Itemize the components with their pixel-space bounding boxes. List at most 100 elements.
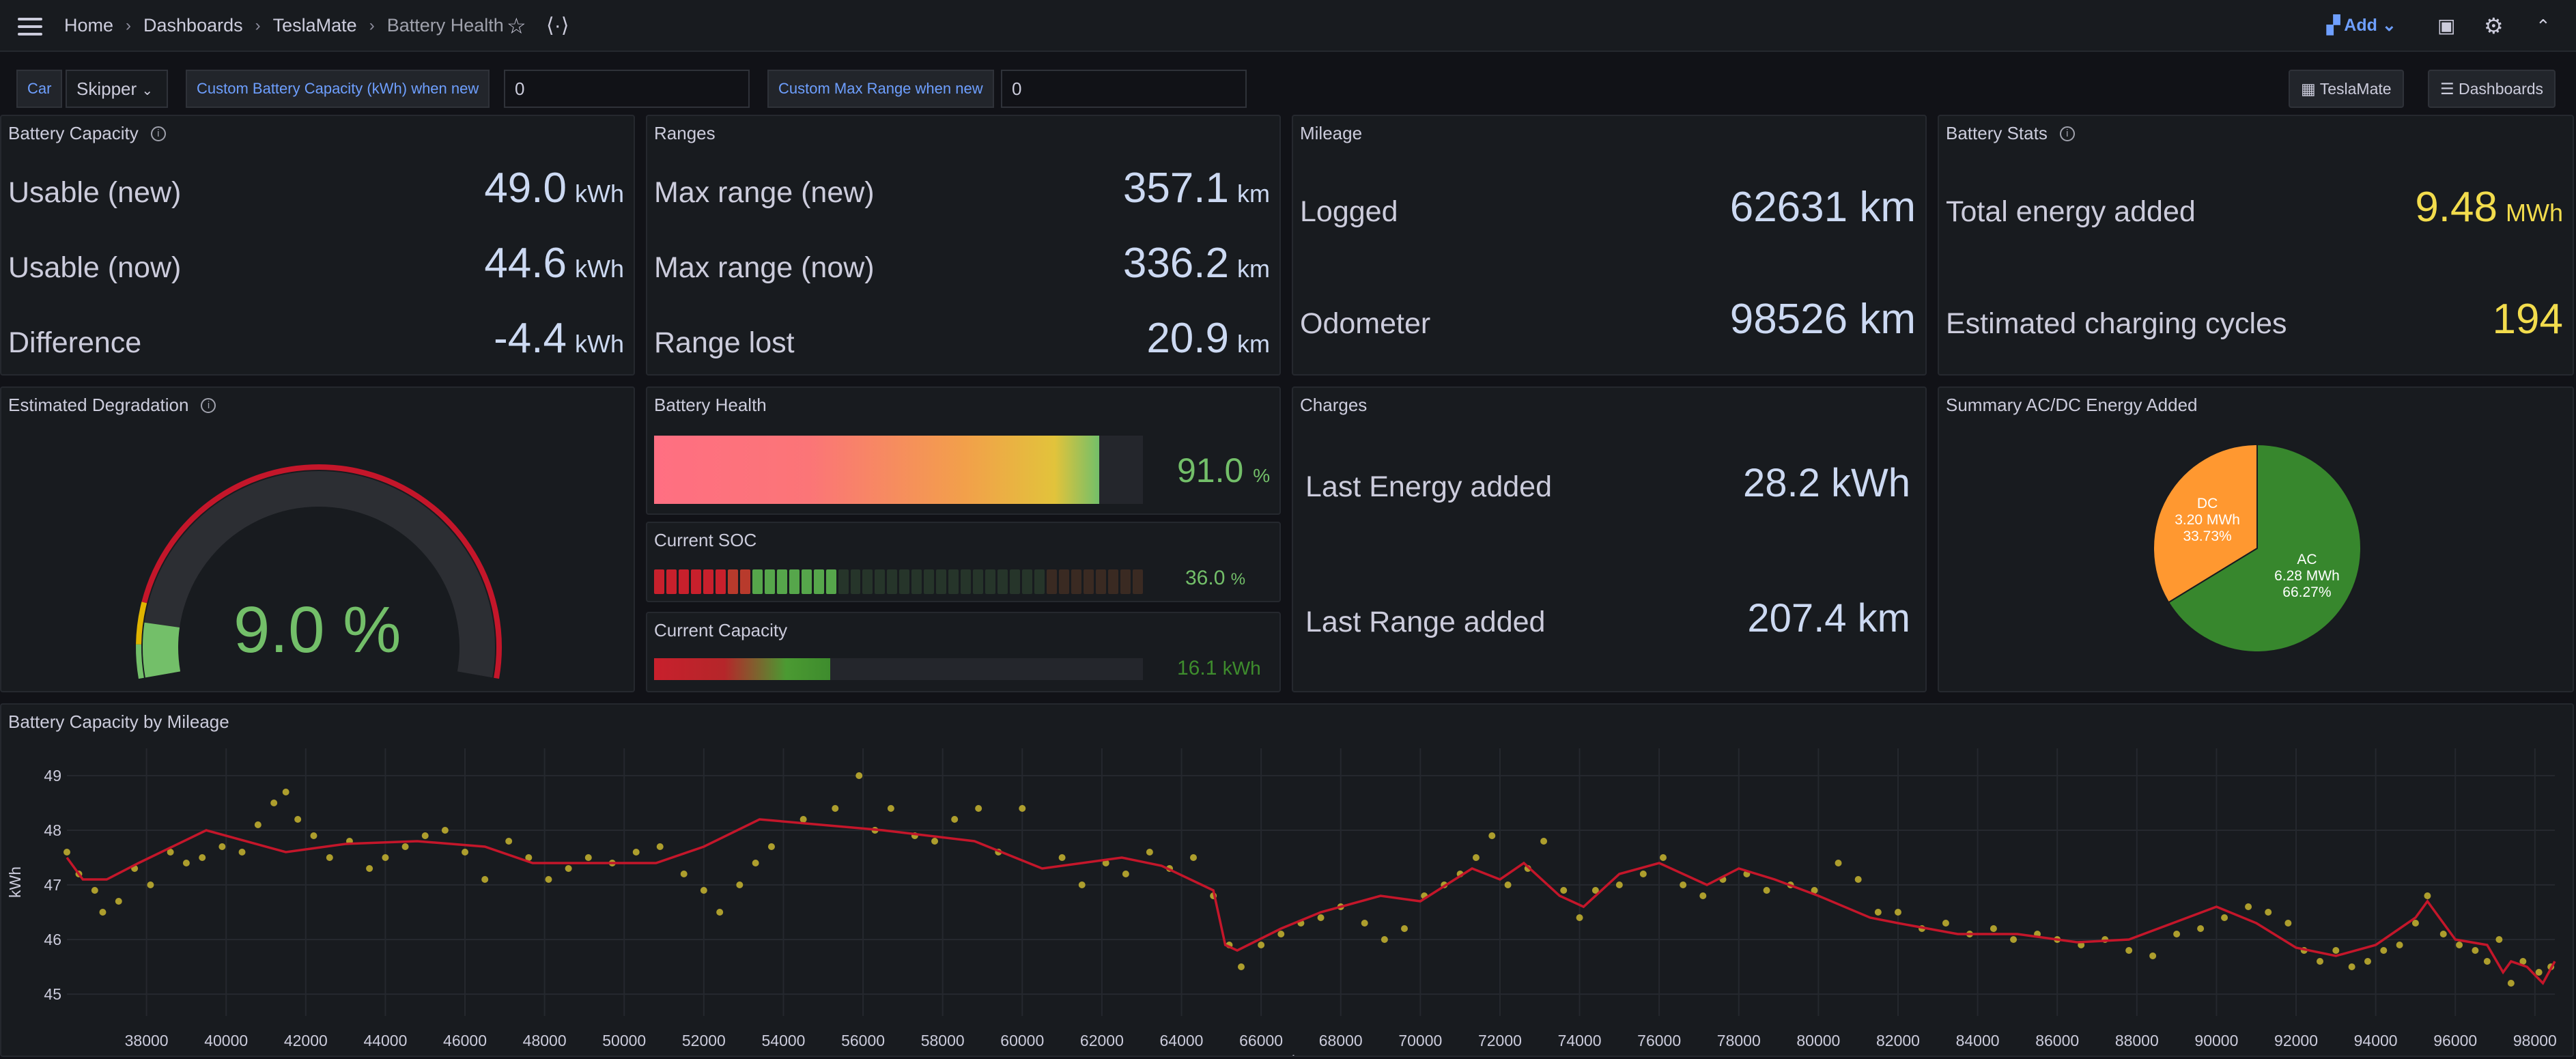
scatter-point[interactable]: [199, 854, 206, 861]
scatter-point[interactable]: [421, 832, 429, 839]
scatter-point[interactable]: [2483, 958, 2491, 965]
info-icon[interactable]: i: [2059, 126, 2075, 141]
scatter-point[interactable]: [270, 800, 278, 806]
star-icon[interactable]: ☆: [507, 12, 526, 40]
scatter-point[interactable]: [1615, 881, 1623, 888]
share-icon[interactable]: ⟨·⟩: [546, 12, 569, 40]
scatter-point[interactable]: [2456, 942, 2463, 948]
scatter-point[interactable]: [1699, 892, 1707, 899]
scatter-point[interactable]: [2495, 936, 2503, 943]
scatter-point[interactable]: [2149, 952, 2157, 959]
menu-icon[interactable]: [18, 18, 42, 36]
scatter-point[interactable]: [1576, 914, 1583, 921]
scatter-point[interactable]: [632, 849, 640, 856]
scatter-point[interactable]: [1237, 963, 1245, 970]
scatter-point[interactable]: [2173, 931, 2181, 937]
scatter-point[interactable]: [1854, 876, 1862, 883]
scatter-point[interactable]: [2010, 936, 2018, 943]
scatter-point[interactable]: [1680, 881, 1687, 888]
scatter-point[interactable]: [1381, 936, 1388, 943]
scatter-point[interactable]: [2348, 963, 2355, 970]
scatter-point[interactable]: [1019, 805, 1026, 812]
scatter-point[interactable]: [2125, 947, 2133, 954]
scatter-point[interactable]: [2535, 969, 2543, 976]
scatter-point[interactable]: [1560, 887, 1568, 894]
scatter-point[interactable]: [1058, 854, 1066, 861]
scatter-point[interactable]: [1639, 871, 1647, 877]
scatter-point[interactable]: [2507, 980, 2515, 987]
scatter-point[interactable]: [1146, 849, 1153, 856]
scatter-point[interactable]: [2317, 958, 2324, 965]
scatter-point[interactable]: [2284, 920, 2292, 927]
scatter-point[interactable]: [481, 876, 489, 883]
scatter-point[interactable]: [832, 805, 839, 812]
breadcrumb-folder[interactable]: TeslaMate: [273, 15, 357, 36]
scatter-point[interactable]: [505, 838, 513, 845]
scatter-point[interactable]: [1894, 909, 1901, 916]
scatter-point[interactable]: [91, 887, 98, 894]
scatter-point[interactable]: [656, 843, 664, 850]
scatter-point[interactable]: [1990, 925, 1997, 932]
scatter-point[interactable]: [1504, 881, 1512, 888]
scatter-point[interactable]: [1942, 920, 1949, 927]
scatter-point[interactable]: [382, 854, 389, 861]
scatter-point[interactable]: [1472, 854, 1480, 861]
scatter-point[interactable]: [2221, 914, 2228, 921]
scatter-point[interactable]: [1835, 860, 1842, 866]
scatter-point[interactable]: [931, 838, 939, 845]
scatter-point[interactable]: [1258, 942, 1265, 948]
breadcrumb-dashboards[interactable]: Dashboards: [143, 15, 243, 36]
scatter-point[interactable]: [887, 805, 894, 812]
scatter-point[interactable]: [680, 871, 688, 877]
scatter-point[interactable]: [182, 860, 190, 866]
scatter-point[interactable]: [1401, 925, 1409, 932]
scatter-point[interactable]: [584, 854, 592, 861]
scatter-point[interactable]: [238, 849, 246, 856]
info-icon[interactable]: i: [150, 126, 166, 141]
scatter-point[interactable]: [2364, 958, 2371, 965]
scatter-point[interactable]: [700, 887, 707, 894]
scatter-point[interactable]: [462, 849, 469, 856]
teslamate-link[interactable]: ▦ TeslaMate: [2289, 70, 2404, 108]
scatter-point[interactable]: [2265, 909, 2272, 916]
add-button[interactable]: ▞ Add ⌄: [2327, 15, 2396, 36]
scatter-point[interactable]: [975, 805, 982, 812]
scatter-point[interactable]: [799, 816, 807, 823]
scatter-point[interactable]: [1122, 871, 1129, 877]
scatter-point[interactable]: [2197, 925, 2205, 932]
scatter-point[interactable]: [1488, 832, 1496, 839]
scatter-point[interactable]: [366, 865, 373, 872]
scatter-point[interactable]: [2472, 947, 2479, 954]
scatter-point[interactable]: [1277, 931, 1285, 937]
scatter-point[interactable]: [401, 843, 409, 850]
scatter-point[interactable]: [2424, 892, 2431, 899]
scatter-point[interactable]: [2332, 947, 2340, 954]
series-line[interactable]: [66, 818, 2556, 985]
scatter-point[interactable]: [115, 898, 122, 905]
scatter-point[interactable]: [282, 789, 289, 795]
scatter-point[interactable]: [147, 881, 154, 888]
gear-icon[interactable]: ⚙: [2484, 12, 2504, 40]
scatter-point[interactable]: [1874, 909, 1882, 916]
scatter-point[interactable]: [1361, 920, 1368, 927]
scatter-point[interactable]: [254, 821, 261, 828]
scatter-point[interactable]: [441, 827, 449, 834]
scatter-point[interactable]: [545, 876, 552, 883]
dashboards-link[interactable]: ☰ Dashboards: [2428, 70, 2556, 108]
scatter-point[interactable]: [2396, 942, 2403, 948]
scatter-point[interactable]: [99, 909, 107, 916]
scatter-point[interactable]: [326, 854, 333, 861]
scatter-point[interactable]: [736, 881, 744, 888]
capacity-input[interactable]: 0: [504, 70, 750, 108]
scatter-point[interactable]: [310, 832, 317, 839]
scatter-point[interactable]: [2245, 903, 2252, 910]
breadcrumb-home[interactable]: Home: [64, 15, 113, 36]
scatter-point[interactable]: [1317, 914, 1325, 921]
scatter-point[interactable]: [855, 772, 863, 779]
scatter-point[interactable]: [1190, 854, 1198, 861]
info-icon[interactable]: i: [201, 397, 216, 413]
collapse-icon[interactable]: ⌃: [2536, 12, 2551, 40]
scatter-point[interactable]: [1659, 854, 1667, 861]
scatter-point[interactable]: [1763, 887, 1770, 894]
scatter-point[interactable]: [1078, 881, 1086, 888]
